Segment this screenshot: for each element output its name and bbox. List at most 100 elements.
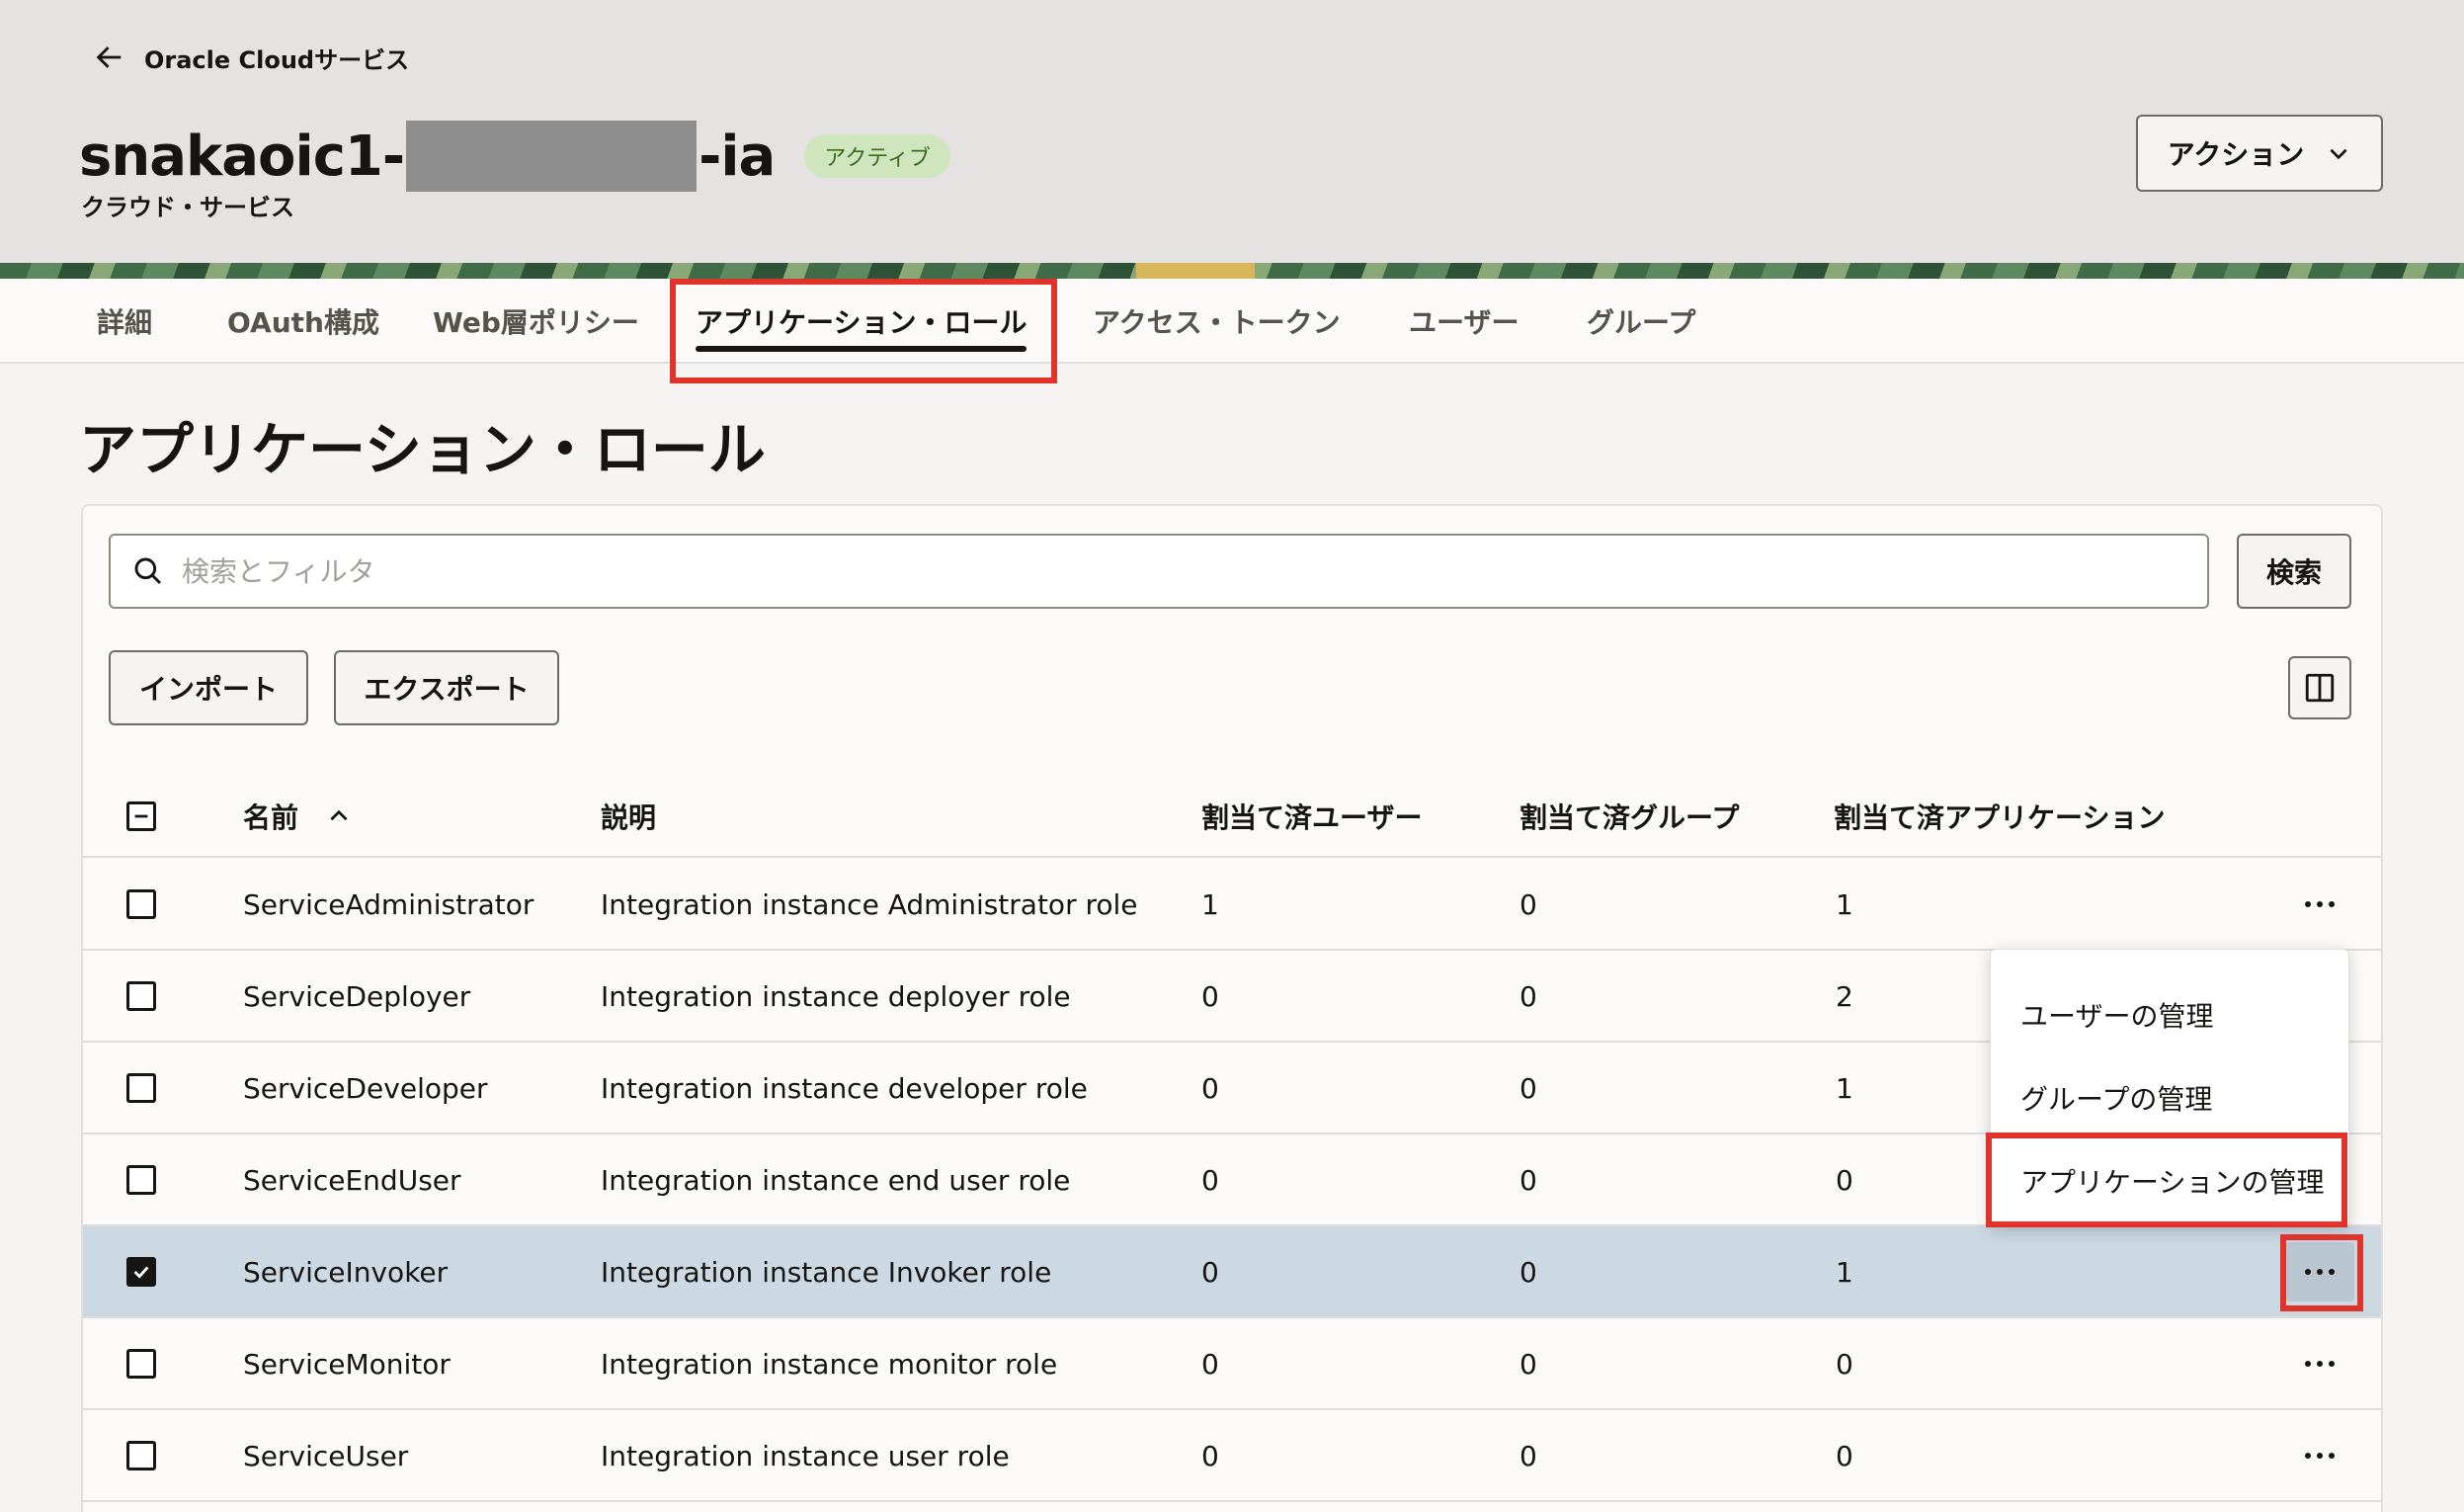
role-description: Integration instance deployer role bbox=[601, 980, 1071, 1013]
arrow-left-icon bbox=[96, 46, 122, 68]
actions-menu-button[interactable]: アクション bbox=[2136, 115, 2383, 192]
tab-access-tokens[interactable]: アクセス・トークン bbox=[1093, 279, 1341, 364]
row-actions-button[interactable] bbox=[2285, 1426, 2354, 1485]
role-name: ServiceAdministrator bbox=[243, 888, 534, 921]
role-name: ServiceMonitor bbox=[243, 1348, 451, 1381]
ellipsis-icon bbox=[2305, 1453, 2335, 1459]
role-description: Integration instance end user role bbox=[601, 1164, 1071, 1197]
page-header: Oracle Cloudサービス snakaoic1- -ia アクティブ クラ… bbox=[0, 0, 2464, 263]
instance-name-prefix: snakaoic1- bbox=[79, 124, 405, 189]
search-field[interactable] bbox=[109, 534, 2209, 609]
role-name: ServiceUser bbox=[243, 1440, 409, 1472]
tab-users[interactable]: ユーザー bbox=[1409, 279, 1519, 364]
column-layout-button[interactable] bbox=[2288, 656, 2351, 719]
row-actions-button[interactable] bbox=[2285, 1334, 2354, 1393]
assigned-apps-count: 1 bbox=[1836, 1072, 1853, 1105]
search-input[interactable] bbox=[182, 554, 2059, 588]
select-all-checkbox[interactable] bbox=[126, 801, 156, 831]
assigned-users-count: 0 bbox=[1201, 1072, 1219, 1105]
column-header-assigned-users[interactable]: 割当て済ユーザー bbox=[1201, 775, 1422, 858]
assigned-users-count: 0 bbox=[1201, 1440, 1219, 1472]
row-actions-button[interactable] bbox=[2285, 1242, 2354, 1302]
column-header-assigned-groups[interactable]: 割当て済グループ bbox=[1519, 775, 1739, 858]
back-link-label: Oracle Cloudサービス bbox=[144, 45, 410, 74]
tab-groups[interactable]: グループ bbox=[1587, 279, 1695, 364]
row-actions-button[interactable] bbox=[2285, 875, 2354, 934]
role-name: ServiceInvoker bbox=[243, 1256, 449, 1289]
row-checkbox[interactable] bbox=[126, 1349, 156, 1379]
assigned-users-count: 1 bbox=[1201, 888, 1219, 921]
row-context-menu: ユーザーの管理 グループの管理 アプリケーションの管理 bbox=[1990, 949, 2349, 1227]
role-name: ServiceDeveloper bbox=[243, 1072, 488, 1105]
tab-application-roles[interactable]: アプリケーション・ロール bbox=[696, 279, 1027, 364]
search-button[interactable]: 検索 bbox=[2237, 534, 2351, 609]
table-row[interactable]: ServiceMonitor Integration instance moni… bbox=[83, 1318, 2381, 1410]
row-checkbox[interactable] bbox=[126, 1165, 156, 1195]
row-checkbox-checked[interactable] bbox=[126, 1257, 156, 1287]
table-header: 名前 説明 割当て済ユーザー 割当て済グループ 割当て済アプリケーション bbox=[83, 775, 2381, 858]
role-description: Integration instance developer role bbox=[601, 1072, 1088, 1105]
banner-accent bbox=[1136, 263, 1255, 279]
column-header-name[interactable]: 名前 bbox=[243, 775, 352, 858]
tab-bar: 詳細 OAuth構成 Web層ポリシー アプリケーション・ロール アクセス・トー… bbox=[0, 279, 2464, 364]
column-header-description[interactable]: 説明 bbox=[601, 775, 656, 858]
role-description: Integration instance Invoker role bbox=[601, 1256, 1052, 1289]
assigned-groups-count: 0 bbox=[1519, 1256, 1537, 1289]
table-row[interactable]: ServiceUser Integration instance user ro… bbox=[83, 1410, 2381, 1502]
assigned-users-count: 0 bbox=[1201, 980, 1219, 1013]
redacted-block bbox=[406, 121, 698, 192]
menu-item-manage-applications[interactable]: アプリケーションの管理 bbox=[2020, 1151, 2324, 1211]
page-subtitle: クラウド・サービス bbox=[81, 194, 294, 221]
tab-oauth[interactable]: OAuth構成 bbox=[227, 279, 379, 364]
ellipsis-icon bbox=[2305, 901, 2335, 907]
assigned-groups-count: 0 bbox=[1519, 1348, 1537, 1381]
row-checkbox[interactable] bbox=[126, 981, 156, 1011]
import-button[interactable]: インポート bbox=[109, 650, 308, 725]
row-checkbox[interactable] bbox=[126, 1441, 156, 1470]
assigned-groups-count: 0 bbox=[1519, 1164, 1537, 1197]
chevron-up-icon bbox=[330, 809, 348, 821]
back-link[interactable]: Oracle Cloudサービス bbox=[93, 38, 409, 77]
assigned-groups-count: 0 bbox=[1519, 1440, 1537, 1472]
assigned-apps-count: 0 bbox=[1836, 1348, 1853, 1381]
checkmark-icon bbox=[133, 1266, 149, 1279]
page-title: アプリケーション・ロール bbox=[79, 416, 766, 483]
row-checkbox[interactable] bbox=[126, 889, 156, 919]
assigned-apps-count: 0 bbox=[1836, 1164, 1853, 1197]
table-row[interactable]: ServiceAdministrator Integration instanc… bbox=[83, 859, 2381, 951]
chevron-down-icon bbox=[2330, 148, 2347, 160]
assigned-groups-count: 0 bbox=[1519, 1072, 1537, 1105]
column-header-assigned-apps[interactable]: 割当て済アプリケーション bbox=[1834, 775, 2165, 858]
assigned-groups-count: 0 bbox=[1519, 980, 1537, 1013]
assigned-apps-count: 1 bbox=[1836, 888, 1853, 921]
role-description: Integration instance user role bbox=[601, 1440, 1010, 1472]
minus-icon bbox=[134, 814, 148, 818]
role-description: Integration instance Administrator role bbox=[601, 888, 1138, 921]
assigned-users-count: 0 bbox=[1201, 1164, 1219, 1197]
actions-label: アクション bbox=[2167, 138, 2305, 171]
role-name: ServiceDeployer bbox=[243, 980, 471, 1013]
ellipsis-icon bbox=[2305, 1361, 2335, 1367]
role-description: Integration instance monitor role bbox=[601, 1348, 1058, 1381]
ellipsis-icon bbox=[2305, 1269, 2335, 1275]
tab-web-tier-policy[interactable]: Web層ポリシー bbox=[433, 279, 639, 364]
instance-name-suffix: -ia bbox=[698, 124, 776, 189]
row-checkbox[interactable] bbox=[126, 1073, 156, 1103]
menu-item-manage-groups[interactable]: グループの管理 bbox=[2020, 1068, 2212, 1128]
table-row-selected[interactable]: ServiceInvoker Integration instance Invo… bbox=[83, 1226, 2381, 1318]
assigned-apps-count: 2 bbox=[1836, 980, 1853, 1013]
column-layout-icon bbox=[2305, 673, 2335, 703]
assigned-groups-count: 0 bbox=[1519, 888, 1537, 921]
assigned-users-count: 0 bbox=[1201, 1348, 1219, 1381]
column-name-label: 名前 bbox=[243, 801, 299, 834]
assigned-apps-count: 0 bbox=[1836, 1440, 1853, 1472]
status-badge: アクティブ bbox=[804, 134, 950, 178]
menu-item-manage-users[interactable]: ユーザーの管理 bbox=[2020, 985, 2213, 1045]
export-button[interactable]: エクスポート bbox=[334, 650, 559, 725]
tab-details[interactable]: 詳細 bbox=[97, 279, 152, 364]
role-name: ServiceEndUser bbox=[243, 1164, 461, 1197]
search-icon bbox=[134, 557, 162, 585]
page-heading: snakaoic1- -ia アクティブ bbox=[79, 117, 950, 196]
assigned-apps-count: 1 bbox=[1836, 1256, 1853, 1289]
assigned-users-count: 0 bbox=[1201, 1256, 1219, 1289]
